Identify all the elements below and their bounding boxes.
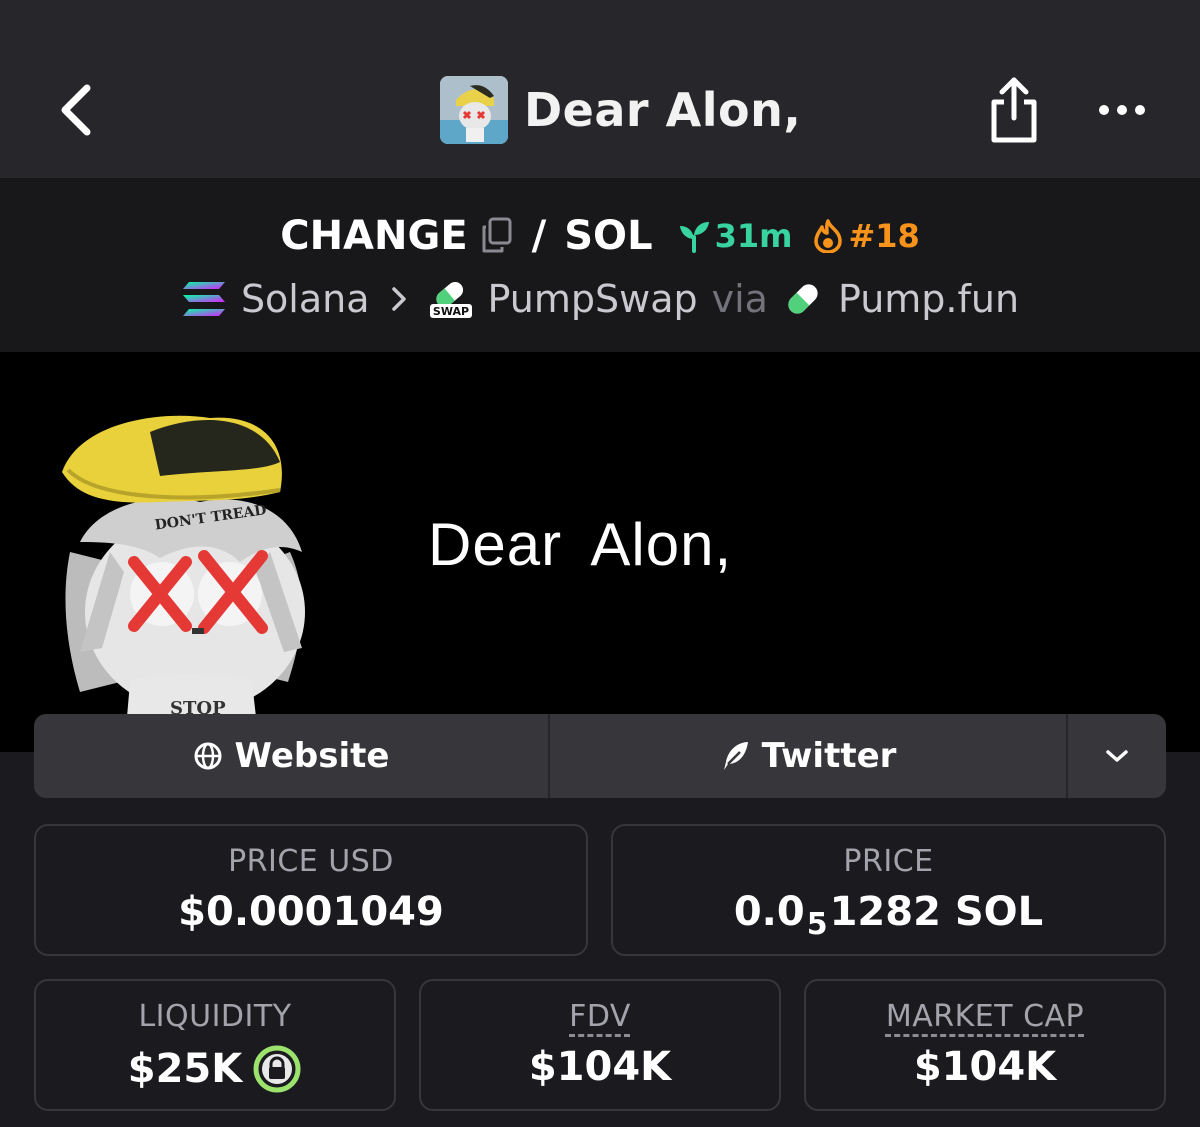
quote-token-symbol: SOL bbox=[564, 213, 653, 259]
launchpad-name[interactable]: Pump.fun bbox=[838, 277, 1019, 321]
website-label: Website bbox=[234, 736, 390, 776]
page-title: Dear Alon, bbox=[524, 83, 802, 137]
price-usd-card: PRICE USD $0.0001049 bbox=[34, 824, 588, 956]
chevron-right-icon bbox=[391, 287, 406, 311]
token-avatar bbox=[440, 76, 508, 144]
liquidity-card: LIQUIDITY $25K bbox=[34, 979, 396, 1111]
liquidity-value: $25K bbox=[127, 1046, 243, 1092]
pair-header: CHANGE / SOL 31m #18 Solana SWAP PumpSwa… bbox=[0, 178, 1200, 352]
pair-age: 31m bbox=[714, 217, 793, 255]
seedling-icon bbox=[679, 222, 709, 253]
base-token-symbol: CHANGE bbox=[280, 213, 468, 259]
price-usd-value: $0.0001049 bbox=[178, 889, 444, 935]
share-button[interactable] bbox=[986, 74, 1042, 146]
globe-icon bbox=[194, 742, 222, 770]
market-cap-value: $104K bbox=[913, 1044, 1057, 1090]
pill-icon bbox=[788, 284, 818, 314]
copy-icon[interactable] bbox=[480, 217, 514, 255]
chevron-left-icon bbox=[61, 84, 91, 136]
back-button[interactable] bbox=[52, 78, 102, 142]
pumpswap-icon: SWAP bbox=[429, 281, 472, 318]
twitter-button[interactable]: Twitter bbox=[550, 714, 1068, 798]
price-native-label: PRICE bbox=[843, 844, 934, 879]
route-breadcrumb: Solana SWAP PumpSwap via Pump.fun bbox=[0, 270, 1200, 328]
twitter-label: Twitter bbox=[761, 736, 897, 776]
trending-rank-badge[interactable]: #18 bbox=[812, 217, 920, 255]
chevron-down-icon bbox=[1106, 750, 1128, 762]
feather-icon bbox=[723, 742, 748, 770]
pair-row: CHANGE / SOL 31m #18 bbox=[0, 208, 1200, 264]
social-links: Website Twitter bbox=[34, 714, 1166, 798]
share-icon bbox=[991, 77, 1037, 143]
fdv-label[interactable]: FDV bbox=[569, 999, 631, 1034]
fdv-card: FDV $104K bbox=[419, 979, 781, 1111]
fdv-value: $104K bbox=[528, 1044, 672, 1090]
more-horizontal-icon bbox=[1099, 105, 1145, 115]
lock-icon[interactable] bbox=[252, 1044, 302, 1094]
more-links-button[interactable] bbox=[1068, 714, 1166, 798]
price-native-card: PRICE 0.0 5 1282 SOL bbox=[611, 824, 1166, 956]
character-illustration: DON'T TREAD STOP bbox=[62, 415, 305, 752]
market-cap-label[interactable]: MARKET CAP bbox=[886, 999, 1084, 1034]
solana-icon bbox=[182, 282, 225, 316]
dex-name[interactable]: PumpSwap bbox=[488, 277, 698, 321]
top-bar: Dear Alon, bbox=[0, 0, 1200, 178]
trending-rank: #18 bbox=[848, 217, 920, 255]
price-native-zero-count: 5 bbox=[806, 906, 828, 942]
dex-badge-text: SWAP bbox=[432, 305, 468, 318]
more-options-button[interactable] bbox=[1096, 92, 1152, 128]
via-label: via bbox=[711, 277, 768, 321]
banner-text: Dear Alon, bbox=[428, 511, 733, 578]
price-native-prefix: 0.0 bbox=[733, 889, 805, 935]
token-title: Dear Alon, bbox=[440, 75, 801, 145]
price-native-suffix: 1282 SOL bbox=[829, 889, 1044, 935]
pair-age-badge: 31m bbox=[677, 217, 793, 255]
liquidity-label: LIQUIDITY bbox=[138, 999, 292, 1034]
price-usd-label: PRICE USD bbox=[228, 844, 394, 879]
flame-icon bbox=[814, 219, 843, 253]
chain-name[interactable]: Solana bbox=[241, 277, 370, 321]
pair-separator: / bbox=[531, 213, 547, 259]
market-cap-card: MARKET CAP $104K bbox=[804, 979, 1166, 1111]
website-button[interactable]: Website bbox=[34, 714, 550, 798]
token-banner: DON'T TREAD STOP Dear Alon, bbox=[0, 352, 1200, 752]
